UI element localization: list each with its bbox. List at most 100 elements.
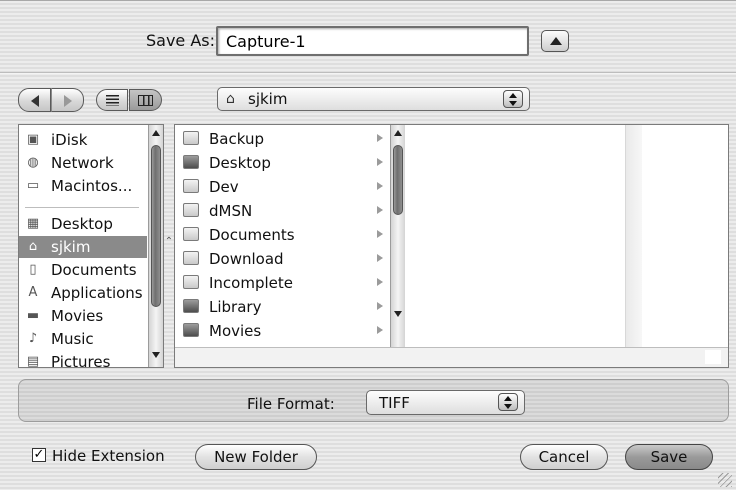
sidebar-item-label: Network [51,154,114,172]
globe-icon: ◍ [27,155,39,170]
sidebar: ▣ iDisk ◍ Network ▭ Macintos... ▦ Deskto… [18,124,164,368]
list-item[interactable]: Library [179,295,385,318]
sidebar-item-label: iDisk [51,131,88,149]
folder-label: Dev [209,178,239,196]
column-scroll-thumb[interactable] [393,145,403,215]
folder-icon [183,131,199,145]
save-dialog: Save As: ⌂ sjkim ▣ iDisk ◍ Network ▭ [0,0,736,490]
disclosure-arrow-icon [377,254,383,262]
divider [0,72,736,74]
forward-arrow-icon [64,95,72,107]
resize-grip-icon[interactable] [718,473,732,487]
folder-label: Desktop [209,154,271,172]
sidebar-item-label: sjkim [51,238,91,256]
list-item[interactable]: Movies [179,319,385,342]
folder-label: Library [209,298,262,316]
file-format-popup[interactable]: TIFF [366,390,525,415]
sidebar-item-network[interactable]: ◍ Network [19,152,147,174]
scroll-down-icon [152,352,160,358]
list-item[interactable]: Desktop [179,151,385,174]
sidebar-item-sjkim[interactable]: ⌂ sjkim [19,236,147,258]
folder-icon [183,275,199,289]
location-label: sjkim [248,90,288,108]
sidebar-item-label: Music [51,330,94,348]
disclosure-arrow-icon [377,302,383,310]
hide-extension-checkbox[interactable]: ✓ [32,448,46,462]
folder-icon [183,179,199,193]
save-button[interactable]: Save [625,444,713,470]
forward-button[interactable] [51,88,84,112]
sidebar-item-desktop[interactable]: ▦ Desktop [19,213,147,235]
sidebar-item-applications[interactable]: A Applications [19,282,147,304]
scroll-up-icon [394,130,402,136]
sidebar-scrollbar[interactable] [148,125,163,367]
back-button[interactable] [18,88,51,112]
file-format-label: File Format: [247,395,335,413]
desktop-icon: ▦ [26,216,40,231]
horizontal-scrollbar[interactable] [175,347,728,367]
scroll-up-icon [152,130,160,136]
folder-label: Movies [209,322,262,340]
hide-extension-label[interactable]: Hide Extension [52,447,165,465]
sidebar-item-label: Desktop [51,215,113,233]
sidebar-item-label: Movies [51,307,104,325]
sidebar-item-label: Documents [51,261,137,279]
collapse-button[interactable] [541,30,569,52]
documents-folder-icon [183,227,199,241]
document-icon: ▯ [29,262,37,277]
library-folder-icon [183,299,199,313]
folder-label: Backup [209,130,264,148]
list-item[interactable]: dMSN [179,199,385,222]
desktop-folder-icon [183,155,199,169]
applications-icon: A [28,285,38,300]
folder-icon [183,203,199,217]
location-popup[interactable]: ⌂ sjkim [217,87,530,111]
sidebar-item-movies[interactable]: ▬ Movies [19,305,147,327]
scrollbar-corner [705,350,721,364]
computer-icon: ▭ [26,178,40,193]
popup-stepper-icon [498,393,518,411]
list-item[interactable]: Documents [179,223,385,246]
sidebar-scroll-thumb[interactable] [151,145,161,307]
folder-label: dMSN [209,202,253,220]
disclosure-arrow-icon [377,182,383,190]
list-item[interactable]: Backup [179,127,385,150]
list-item[interactable]: Dev [179,175,385,198]
column-view-button[interactable] [129,89,162,111]
disclosure-arrow-icon [377,230,383,238]
sidebar-item-label: Applications [51,284,143,302]
disclosure-arrow-icon [377,158,383,166]
triangle-up-icon [550,37,562,45]
list-item[interactable]: Incomplete [179,271,385,294]
disclosure-arrow-icon [377,278,383,286]
sidebar-item-documents[interactable]: ▯ Documents [19,259,147,281]
disclosure-arrow-icon [377,326,383,334]
sidebar-item-macintosh[interactable]: ▭ Macintos... [19,175,147,197]
save-as-label: Save As: [146,31,216,50]
column-view-icon [138,95,153,106]
filename-input[interactable] [216,26,529,56]
file-browser: Backup Desktop Dev dMSN Documents Downlo… [174,124,729,368]
new-folder-button[interactable]: New Folder [195,444,317,470]
home-icon: ⌂ [28,239,38,254]
popup-stepper-icon [503,90,523,108]
list-view-button[interactable] [96,89,128,111]
column-scrollbar[interactable] [390,125,405,347]
folder-label: Incomplete [209,274,293,292]
column-divider[interactable] [625,125,642,347]
sidebar-item-pictures[interactable]: ▤ Pictures [19,351,147,368]
sidebar-item-label: Macintos... [51,177,133,195]
list-item[interactable]: Download [179,247,385,270]
disk-icon: ▣ [26,132,40,147]
sidebar-resize-handle[interactable]: ⌃ [164,237,174,247]
sidebar-item-music[interactable]: ♪ Music [19,328,147,350]
sidebar-item-label: Pictures [51,353,111,368]
movies-icon: ▬ [26,308,40,323]
music-icon: ♪ [28,331,38,346]
cancel-button[interactable]: Cancel [520,444,608,470]
disclosure-arrow-icon [377,206,383,214]
file-format-value: TIFF [379,394,410,412]
sidebar-item-idisk[interactable]: ▣ iDisk [19,129,147,151]
movies-folder-icon [183,323,199,337]
back-arrow-icon [31,95,39,107]
